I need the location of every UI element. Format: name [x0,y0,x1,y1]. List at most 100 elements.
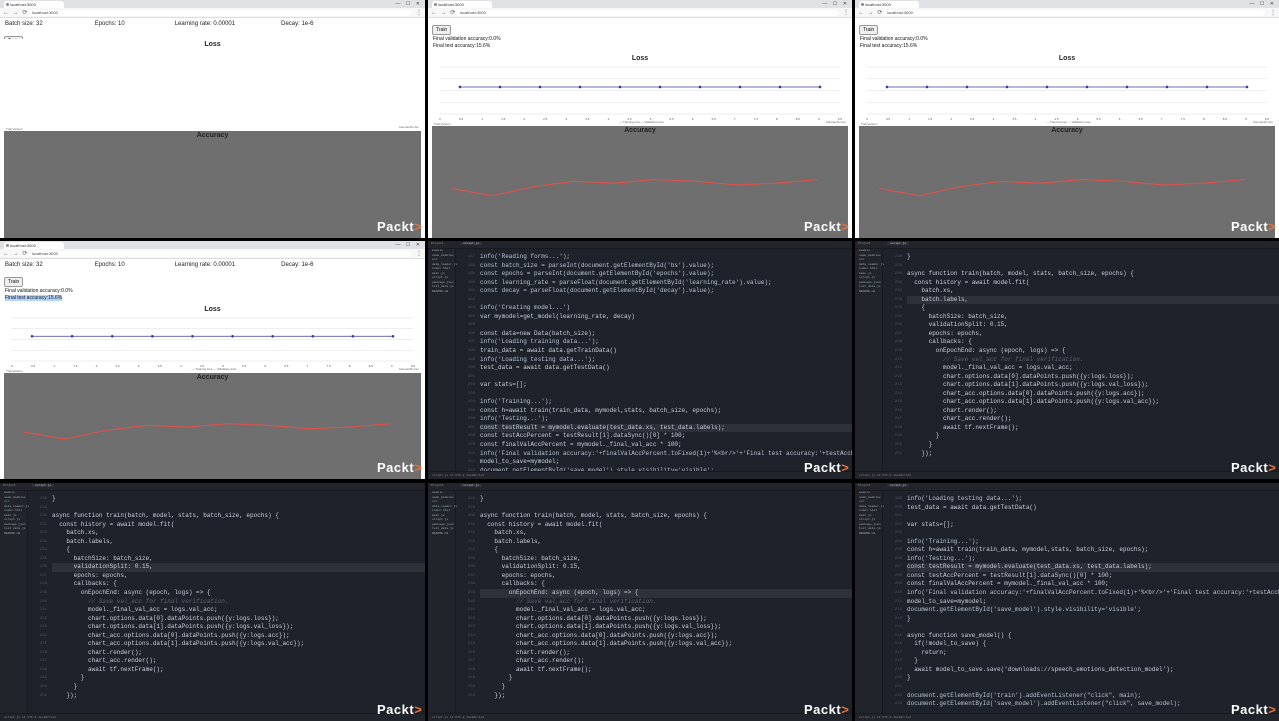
file-tree-item[interactable]: README.md [855,532,882,537]
code-line[interactable]: var stats=[]; [480,381,852,390]
code-line[interactable]: chart_acc.render(); [907,415,1279,424]
code-line[interactable]: async function save_model() { [907,632,1279,641]
code-line[interactable]: await tf.nextFrame(); [480,666,852,675]
code-line[interactable]: batchSize: batch_size, [480,555,852,564]
nav-buttons[interactable]: ← → ⟳ [3,9,28,16]
code-line[interactable]: } [52,683,425,692]
code-line[interactable]: test_data = await data.getTestData() [480,364,852,373]
code-line[interactable]: { [52,546,425,555]
code-line[interactable]: model._final_val_acc = logs.val_acc; [907,364,1279,373]
code-line[interactable]: } [52,674,425,683]
menu-icon[interactable]: ⋮ [416,9,422,16]
code-line[interactable]: } [907,674,1279,683]
file-tab[interactable]: script.js [460,484,483,487]
code-line[interactable]: chart.render(); [907,407,1279,416]
code-line[interactable]: info('Loading testing data...'); [907,495,1279,504]
code-line[interactable]: chart_acc.options.data[0].dataPoints.pus… [907,390,1279,399]
nav-buttons[interactable]: ← → ⟳ [3,250,28,257]
code-line[interactable]: callbacks: { [480,580,852,589]
code-line[interactable]: onEpochEnd: async (epoch, logs) => { [907,347,1279,356]
window-controls[interactable]: — ☐ ✕ [823,1,849,7]
code-line[interactable]: chart.render(); [52,649,425,658]
code-line[interactable]: // Save val_acc for final verification. [480,598,852,607]
code-line[interactable]: batch.xs, [480,529,852,538]
code-line[interactable]: batchSize: batch_size, [52,555,425,564]
code-line[interactable] [52,504,425,513]
code-line[interactable]: chart_acc.options.data[1].dataPoints.pus… [907,398,1279,407]
code-line[interactable]: callbacks: { [52,580,425,589]
code-line[interactable]: info('Testing...'); [907,555,1279,564]
code-line[interactable]: test_data = await data.getTestData() [907,504,1279,513]
code-line[interactable]: }); [480,692,852,701]
code-line[interactable]: const testResult = mymodel.evaluate(test… [480,423,852,433]
code-line[interactable]: validationSplit: 0.15, [480,563,852,572]
file-tab[interactable]: script.js [887,484,910,487]
code-line[interactable]: chart.options.data[0].dataPoints.push({y… [907,373,1279,382]
code-line[interactable]: async function train(batch, model, stats… [480,512,852,521]
code-line[interactable]: } [907,657,1279,666]
file-tab[interactable]: script.js [887,242,910,245]
code-line[interactable]: info('Final validation accuracy:'+finalV… [480,450,852,459]
file-tree-item[interactable]: README.md [428,532,455,537]
code-line[interactable]: chart.options.data[1].dataPoints.push({y… [52,623,425,632]
code-line[interactable]: batch.labels, [907,295,1279,305]
code-line[interactable]: onEpochEnd: async (epoch, logs) => { [52,589,425,598]
code-line[interactable]: info('Reading forms...'); [480,253,852,262]
code-line[interactable]: const testAccPercent = testResult[1].dat… [480,432,852,441]
code-line[interactable]: if(!model_to_save) { [907,640,1279,649]
code-line[interactable]: } [907,253,1279,262]
code-line[interactable]: await tf.nextFrame(); [907,424,1279,433]
file-tree-item[interactable]: README.md [0,532,27,537]
code-line[interactable]: chart_acc.options.data[0].dataPoints.pus… [480,632,852,641]
train-button[interactable]: Train [4,277,24,287]
menu-icon[interactable]: ⋮ [1270,9,1276,16]
window-controls[interactable]: — ☐ ✕ [396,242,422,248]
code-line[interactable]: info('Testing...'); [480,415,852,424]
code-line[interactable]: chart_acc.render(); [52,657,425,666]
code-line[interactable]: } [480,683,852,692]
code-line[interactable]: // Save val_acc for final verification. [907,356,1279,365]
code-line[interactable]: chart_acc.render(); [480,657,852,666]
train-button[interactable]: Train [432,25,452,35]
file-tree-item[interactable]: test_data.js [428,285,455,290]
train-button[interactable]: Train [859,25,879,35]
code-line[interactable]: const testAccPercent = testResult[1].dat… [907,572,1279,581]
file-tab[interactable]: script.js [32,484,55,487]
file-tree-item[interactable]: README.md [428,290,455,295]
code-line[interactable] [480,504,852,513]
code-line[interactable]: const h=await train(train_data, mymodel,… [907,546,1279,555]
code-line[interactable]: info('Loading testing data...'); [480,356,852,365]
code-line[interactable]: }); [52,692,425,701]
file-tree-item[interactable]: test_data.js [0,527,27,532]
code-line[interactable]: const epochs = parseInt(document.getElem… [480,270,852,279]
file-tree-item[interactable]: test_data.js [428,527,455,532]
code-line[interactable]: callbacks: { [907,338,1279,347]
url-field[interactable]: localhost:3000 [883,10,1265,16]
code-line[interactable]: chart_acc.options.data[0].dataPoints.pus… [52,632,425,641]
nav-buttons[interactable]: ← → ⟳ [858,9,883,16]
code-line[interactable]: var stats=[]; [907,521,1279,530]
code-line[interactable]: }); [907,450,1279,459]
url-field[interactable]: localhost:3000 [28,10,411,16]
code-line[interactable]: chart_acc.options.data[1].dataPoints.pus… [52,640,425,649]
code-line[interactable]: return; [907,649,1279,658]
code-line[interactable]: const finalValAccPercent = mymodel._fina… [907,580,1279,589]
browser-tab[interactable]: localhost:3000 [859,1,919,8]
code-line[interactable]: { [480,546,852,555]
code-line[interactable]: } [52,495,425,504]
code-line[interactable]: const learning_rate = parseFloat(documen… [480,279,852,288]
code-line[interactable]: } [907,432,1279,441]
code-line[interactable]: model._final_val_acc = logs.val_acc; [52,606,425,615]
code-line[interactable]: validationSplit: 0.15, [52,563,425,572]
file-tree-item[interactable]: README.md [855,290,882,295]
menu-icon[interactable]: ⋮ [843,9,849,16]
code-line[interactable]: const history = await model.fit( [52,521,425,530]
browser-tab[interactable]: localhost:3000 [432,1,492,8]
url-field[interactable]: localhost:3000 [28,251,411,257]
code-line[interactable]: chart.options.data[0].dataPoints.push({y… [480,615,852,624]
code-line[interactable]: batchSize: batch_size, [907,313,1279,322]
code-line[interactable] [907,512,1279,521]
code-line[interactable]: const testResult = mymodel.evaluate(test… [907,563,1279,572]
code-line[interactable]: const h=await train(train_data, mymodel,… [480,407,852,416]
code-line[interactable]: { [907,304,1279,313]
